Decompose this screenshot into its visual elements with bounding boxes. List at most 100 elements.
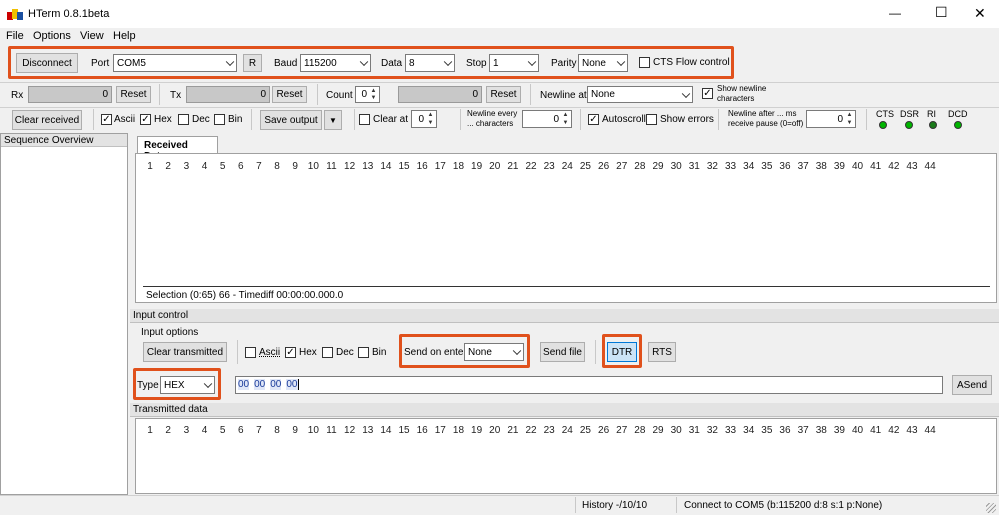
column-number: 22 bbox=[525, 425, 537, 436]
input-bin-checkbox[interactable] bbox=[358, 347, 369, 358]
newline-after-value: 0 bbox=[837, 113, 843, 125]
separator bbox=[159, 84, 160, 105]
spin-up-icon[interactable]: ▲ bbox=[845, 111, 854, 119]
rts-button[interactable]: RTS bbox=[648, 342, 676, 362]
spin-up-icon[interactable]: ▲ bbox=[561, 111, 570, 119]
autoscroll-label: Autoscroll bbox=[602, 114, 646, 125]
separator bbox=[354, 109, 355, 130]
column-number: 16 bbox=[416, 161, 428, 172]
menu-file[interactable]: File bbox=[6, 30, 24, 42]
asend-button[interactable]: ASend bbox=[952, 375, 992, 395]
separator bbox=[530, 84, 531, 105]
spin-down-icon[interactable]: ▼ bbox=[561, 119, 570, 127]
input-byte: 00 bbox=[270, 379, 282, 391]
column-number: 35 bbox=[761, 161, 773, 172]
separator bbox=[575, 497, 576, 513]
menu-view[interactable]: View bbox=[80, 30, 104, 42]
input-ascii-checkbox[interactable] bbox=[245, 347, 256, 358]
column-number: 10 bbox=[307, 161, 319, 172]
hex-input-field[interactable]: 00 00 00 00 bbox=[235, 376, 943, 394]
column-number: 6 bbox=[237, 161, 244, 172]
dec-checkbox[interactable] bbox=[178, 114, 189, 125]
connection-highlight bbox=[8, 46, 734, 79]
dsr-led bbox=[905, 121, 913, 132]
column-number: 30 bbox=[670, 161, 682, 172]
column-number: 37 bbox=[797, 425, 809, 436]
column-number: 17 bbox=[434, 161, 446, 172]
text-cursor bbox=[297, 379, 299, 390]
save-output-button[interactable]: Save output bbox=[260, 110, 322, 130]
count-reset-button[interactable]: Reset bbox=[486, 86, 521, 103]
rx-reset-button[interactable]: Reset bbox=[116, 86, 151, 103]
separator bbox=[580, 109, 581, 130]
ascii-checkbox[interactable]: ✓ bbox=[101, 114, 112, 125]
type-highlight bbox=[133, 368, 221, 400]
count-spinner[interactable]: 0 ▲ ▼ bbox=[355, 86, 380, 103]
newline-after-label-2: receive pause (0=off) bbox=[728, 119, 804, 128]
close-icon[interactable]: ✕ bbox=[974, 5, 986, 22]
clear-received-button[interactable]: Clear received bbox=[12, 110, 82, 130]
led-icon bbox=[954, 121, 962, 129]
count-total: 0 bbox=[398, 86, 482, 103]
separator bbox=[460, 109, 461, 130]
chevron-down-icon bbox=[681, 89, 691, 98]
rx-counter: 0 bbox=[28, 86, 112, 103]
tx-reset-button[interactable]: Reset bbox=[272, 86, 307, 103]
column-number: 24 bbox=[561, 425, 573, 436]
clear-at-value: 0 bbox=[418, 113, 424, 125]
separator bbox=[251, 109, 252, 130]
newline-every-spinner[interactable]: 0 ▲ ▼ bbox=[522, 110, 572, 128]
transmitted-column-header: 1 2 3 4 5 6 7 8 9 10 11 12 13 14 15 16 17 18 19 20 21 22 23 24 2… bbox=[141, 425, 939, 436]
cts-label: CTS bbox=[876, 109, 894, 119]
column-number: 29 bbox=[652, 425, 664, 436]
column-number: 44 bbox=[924, 425, 936, 436]
column-number: 8 bbox=[274, 425, 280, 436]
newline-at-label: Newline at bbox=[540, 90, 587, 101]
column-number: 19 bbox=[471, 425, 483, 436]
column-number: 9 bbox=[292, 161, 298, 172]
newline-at-select[interactable]: None bbox=[587, 86, 693, 103]
column-number: 12 bbox=[344, 161, 356, 172]
column-number: 21 bbox=[507, 161, 519, 172]
column-number: 14 bbox=[380, 425, 392, 436]
show-errors-checkbox[interactable] bbox=[646, 114, 657, 125]
received-tab[interactable]: Received Data bbox=[137, 136, 218, 162]
spin-down-icon[interactable]: ▼ bbox=[845, 119, 854, 127]
column-number: 15 bbox=[398, 425, 410, 436]
minimize-icon[interactable]: — bbox=[889, 6, 901, 20]
column-number: 17 bbox=[434, 425, 446, 436]
autoscroll-checkbox[interactable]: ✓ bbox=[588, 114, 599, 125]
received-data-view[interactable] bbox=[135, 153, 997, 303]
input-hex-checkbox[interactable]: ✓ bbox=[285, 347, 296, 358]
column-number: 1 bbox=[147, 425, 153, 436]
save-output-dropdown[interactable]: ▼ bbox=[324, 110, 342, 130]
resize-grip-icon[interactable] bbox=[986, 503, 996, 513]
column-number: 34 bbox=[743, 161, 755, 172]
history-status: History -/10/10 bbox=[582, 500, 648, 511]
menu-help[interactable]: Help bbox=[113, 30, 136, 42]
selection-info: Selection (0:65) 66 - Timediff 00:00:00.… bbox=[146, 290, 344, 301]
spin-down-icon[interactable]: ▼ bbox=[369, 94, 378, 102]
show-newline-label-1: Show newline bbox=[717, 84, 767, 93]
send-file-button[interactable]: Send file bbox=[540, 342, 585, 362]
count-label: Count bbox=[326, 90, 353, 101]
separator bbox=[676, 497, 677, 513]
clear-at-label: Clear at bbox=[373, 114, 409, 125]
column-number: 13 bbox=[362, 425, 374, 436]
bin-checkbox[interactable] bbox=[214, 114, 225, 125]
newline-after-spinner[interactable]: 0 ▲ ▼ bbox=[806, 110, 856, 128]
clear-at-checkbox[interactable] bbox=[359, 114, 370, 125]
connection-status: Connect to COM5 (b:115200 d:8 s:1 p:None… bbox=[684, 500, 883, 511]
maximize-icon[interactable]: ☐ bbox=[935, 4, 948, 21]
hex-checkbox[interactable]: ✓ bbox=[140, 114, 151, 125]
menu-options[interactable]: Options bbox=[33, 30, 71, 42]
spin-down-icon[interactable]: ▼ bbox=[426, 119, 435, 127]
spin-up-icon[interactable]: ▲ bbox=[426, 111, 435, 119]
column-number: 22 bbox=[525, 161, 537, 172]
clear-at-spinner[interactable]: 0 ▲ ▼ bbox=[411, 110, 437, 128]
show-newline-checkbox[interactable]: ✓ bbox=[702, 88, 713, 99]
sequence-overview-header: Sequence Overview bbox=[1, 134, 127, 147]
column-number: 7 bbox=[256, 161, 262, 172]
input-dec-checkbox[interactable] bbox=[322, 347, 333, 358]
clear-transmitted-button[interactable]: Clear transmitted bbox=[143, 342, 227, 362]
